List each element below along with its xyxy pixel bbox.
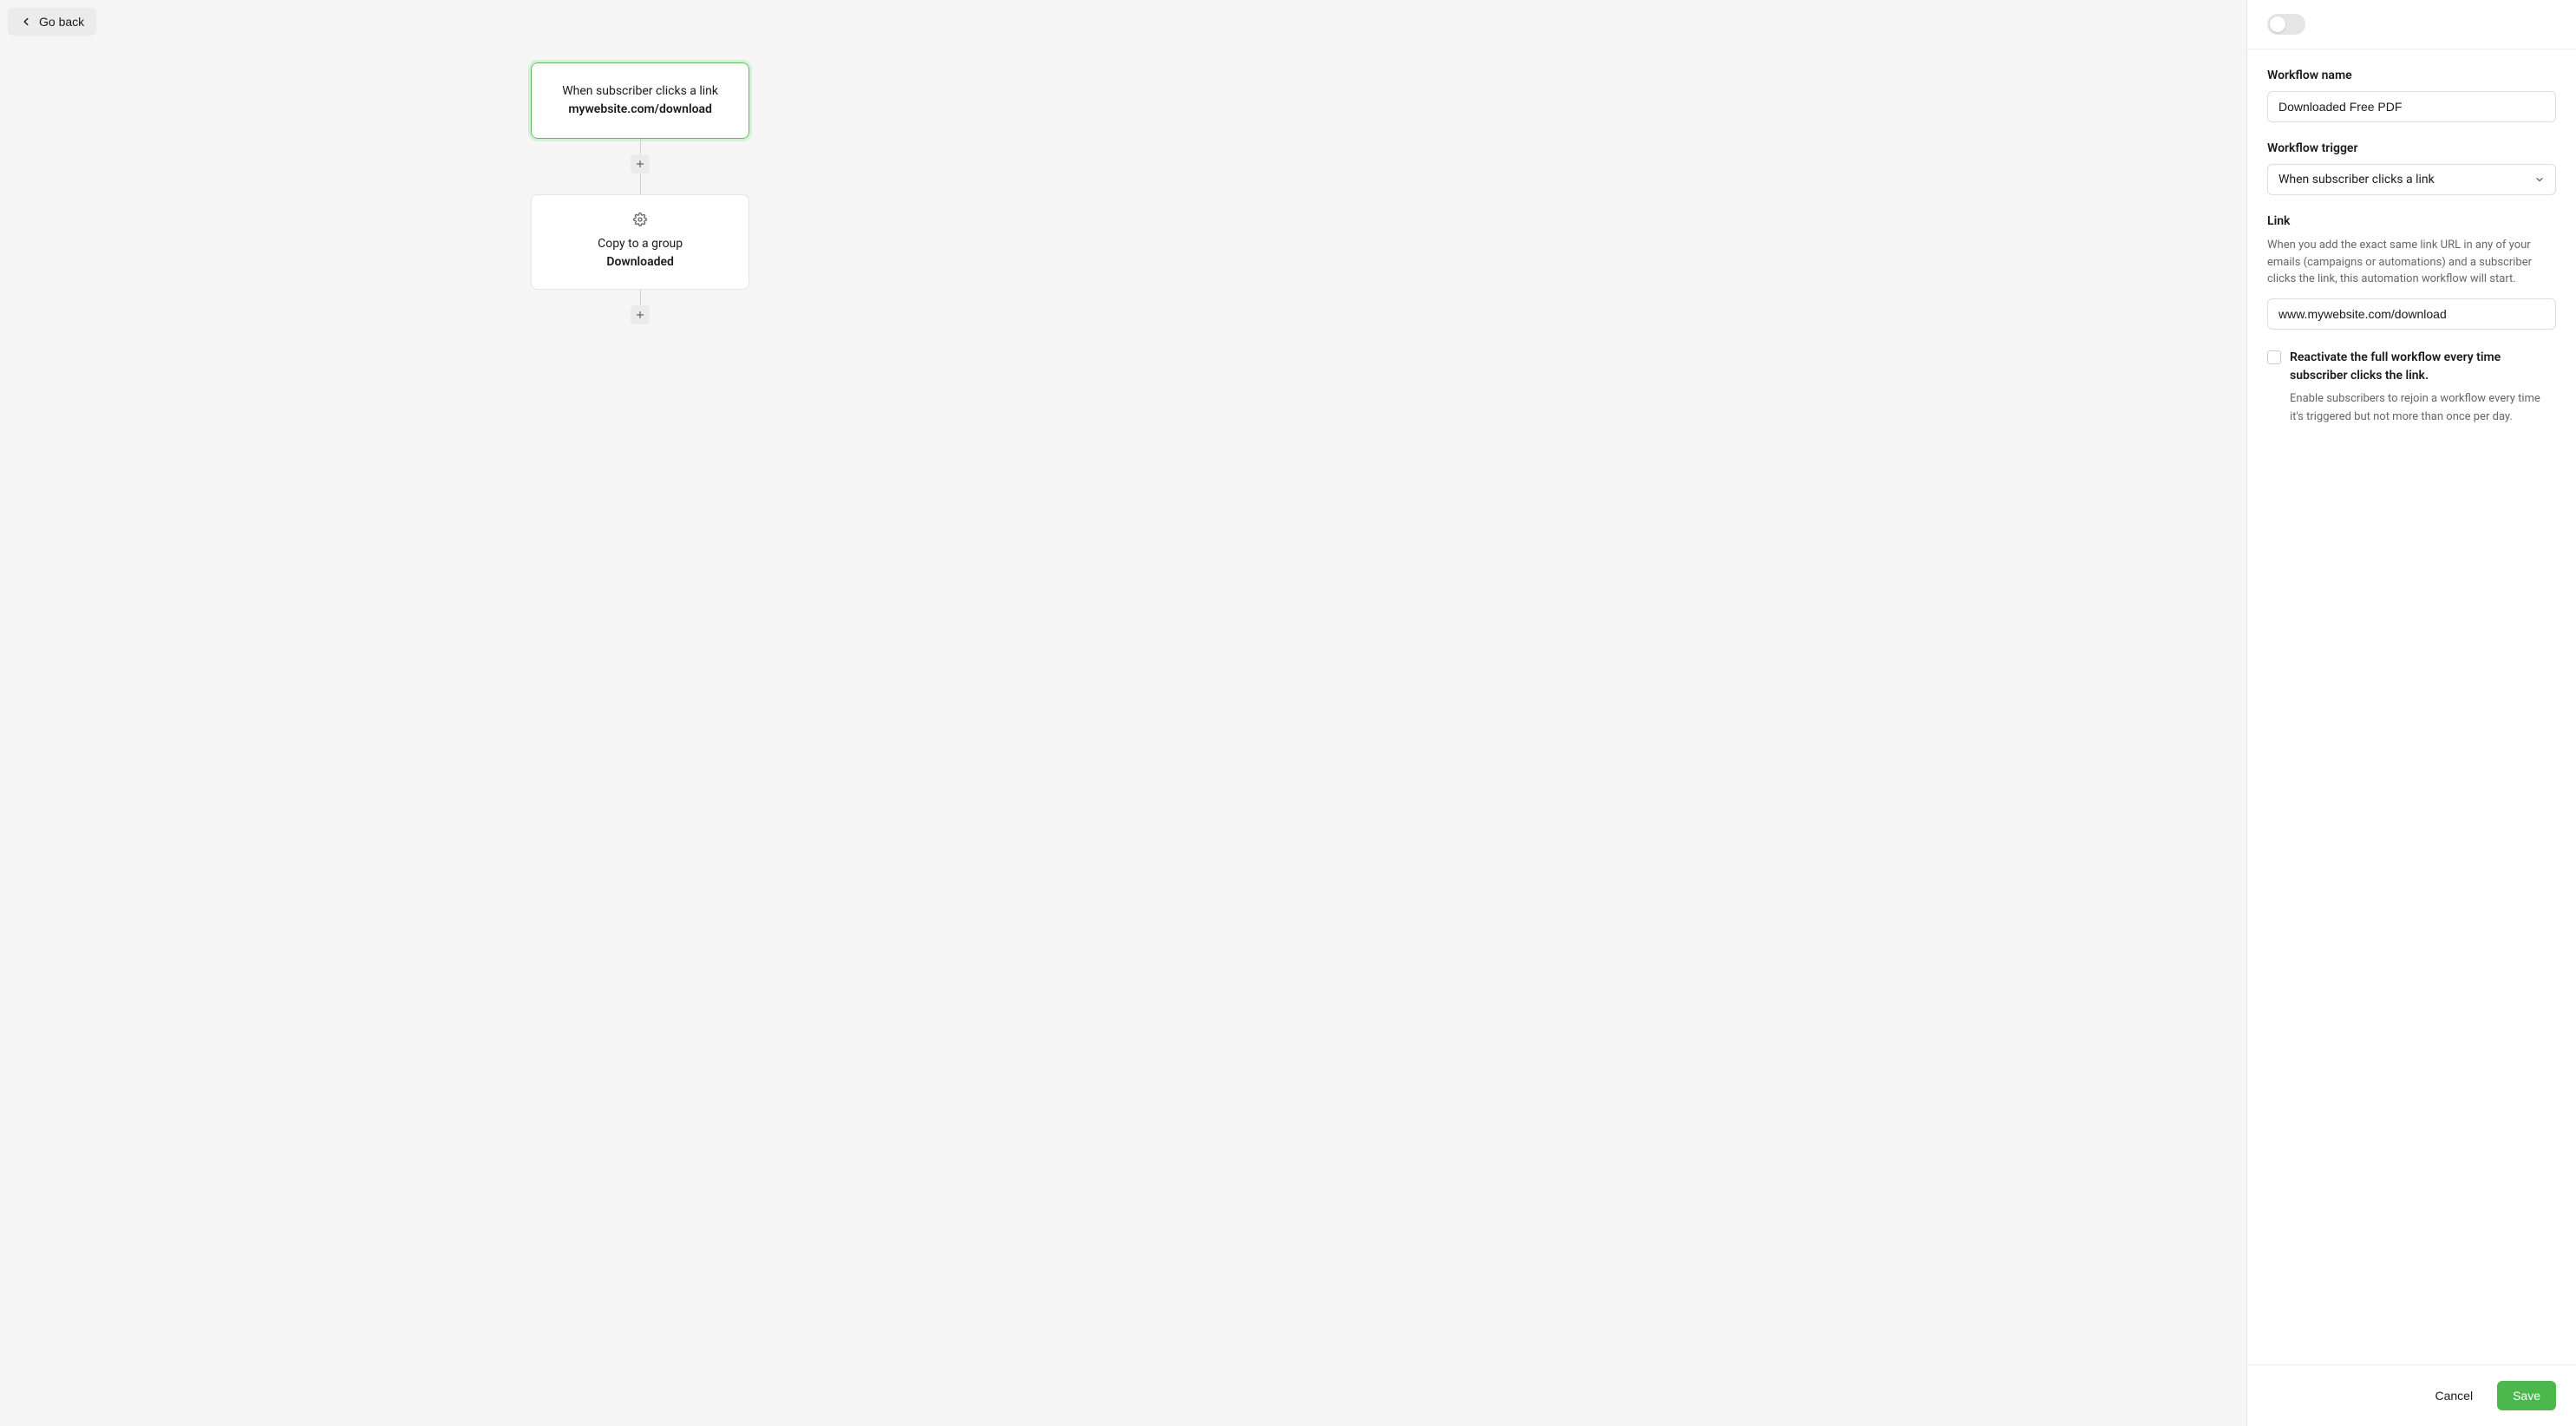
- sidebar-body: Workflow name Workflow trigger When subs…: [2247, 49, 2576, 1364]
- save-button[interactable]: Save: [2497, 1381, 2556, 1410]
- action-detail: Downloaded: [549, 253, 731, 271]
- cancel-button[interactable]: Cancel: [2419, 1381, 2488, 1410]
- add-step-button[interactable]: [631, 154, 650, 173]
- workflow-active-toggle[interactable]: [2267, 14, 2305, 35]
- workflow-name-label: Workflow name: [2267, 69, 2556, 82]
- go-back-label: Go back: [39, 15, 84, 29]
- go-back-button[interactable]: Go back: [8, 8, 96, 36]
- connector-line: [640, 173, 641, 194]
- toggle-knob: [2270, 16, 2285, 32]
- plus-icon: [635, 159, 645, 169]
- link-input[interactable]: [2267, 298, 2556, 330]
- action-title: Copy to a group: [598, 237, 683, 251]
- link-help-text: When you add the exact same link URL in …: [2267, 237, 2556, 288]
- trigger-title: When subscriber clicks a link: [562, 84, 718, 98]
- connector-line: [640, 139, 641, 154]
- sidebar-header: [2247, 0, 2576, 49]
- add-step-button[interactable]: [631, 305, 650, 324]
- reactivate-checkbox[interactable]: [2267, 350, 2281, 364]
- workflow-name-input[interactable]: [2267, 91, 2556, 122]
- gear-icon: [549, 213, 731, 226]
- chevron-down-icon: [2534, 174, 2545, 185]
- workflow-nodes: When subscriber clicks a link mywebsite.…: [527, 62, 753, 324]
- workflow-trigger-select[interactable]: When subscriber clicks a link: [2267, 164, 2556, 195]
- plus-icon: [635, 310, 645, 320]
- reactivate-title: Reactivate the full workflow every time …: [2290, 349, 2556, 385]
- workflow-trigger-label: Workflow trigger: [2267, 141, 2556, 155]
- sidebar-footer: Cancel Save: [2247, 1364, 2576, 1426]
- action-node[interactable]: Copy to a group Downloaded: [531, 194, 749, 290]
- chevron-left-icon: [20, 16, 32, 28]
- reactivate-description: Enable subscribers to rejoin a workflow …: [2290, 392, 2540, 424]
- workflow-canvas: Go back When subscriber clicks a link my…: [0, 0, 2246, 1426]
- trigger-select-value: When subscriber clicks a link: [2279, 173, 2435, 186]
- connector-line: [640, 290, 641, 305]
- link-label: Link: [2267, 214, 2556, 228]
- trigger-node[interactable]: When subscriber clicks a link mywebsite.…: [531, 62, 749, 139]
- settings-sidebar: Workflow name Workflow trigger When subs…: [2246, 0, 2576, 1426]
- trigger-detail: mywebsite.com/download: [549, 101, 731, 119]
